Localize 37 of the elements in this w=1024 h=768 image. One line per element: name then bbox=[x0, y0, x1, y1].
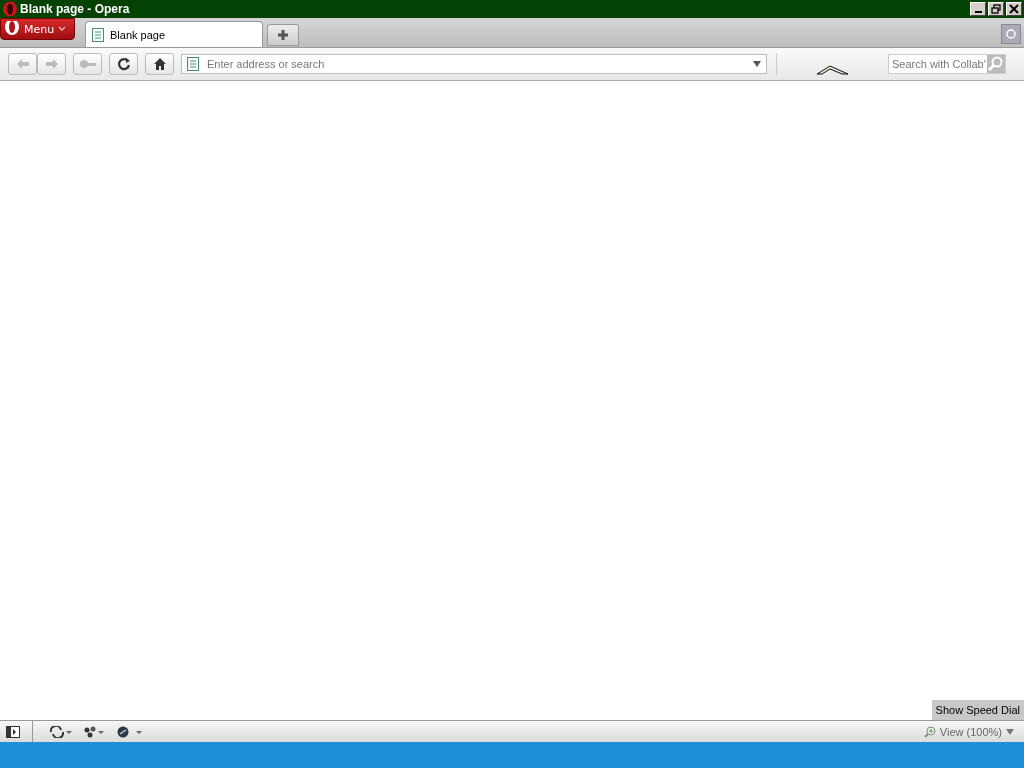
address-field[interactable]: Enter address or search bbox=[207, 58, 745, 70]
home-button[interactable] bbox=[145, 53, 174, 75]
sync-button[interactable] bbox=[47, 725, 75, 738]
new-tab-button[interactable] bbox=[267, 24, 299, 46]
wedge-drawing bbox=[816, 65, 850, 75]
page-icon bbox=[92, 27, 104, 42]
menu-button[interactable]: Menu bbox=[0, 18, 75, 40]
address-bar[interactable]: Enter address or search bbox=[181, 54, 767, 74]
minimize-button[interactable] bbox=[970, 2, 986, 16]
sync-icon bbox=[49, 725, 73, 738]
minimize-icon bbox=[974, 11, 982, 13]
key-icon bbox=[78, 59, 97, 69]
caret-icon bbox=[1006, 728, 1014, 735]
opera-logo-icon bbox=[4, 21, 20, 37]
close-icon bbox=[1009, 4, 1019, 14]
reload-button[interactable] bbox=[109, 53, 138, 75]
zoom-icon bbox=[923, 725, 936, 738]
close-button[interactable] bbox=[1006, 2, 1022, 16]
circle-icon bbox=[1005, 28, 1017, 40]
home-icon bbox=[152, 57, 167, 71]
opera-logo-icon bbox=[2, 1, 18, 17]
chevron-icon bbox=[58, 26, 67, 32]
window-title: Blank page - Opera bbox=[20, 2, 130, 16]
panel-icon bbox=[6, 725, 20, 738]
restore-icon bbox=[991, 4, 1001, 14]
search-box[interactable]: Search with Collab' bbox=[888, 54, 1006, 74]
restore-button[interactable] bbox=[988, 2, 1004, 16]
zoom-button[interactable]: View (100%) bbox=[917, 724, 1020, 739]
browser-tab[interactable]: Blank page bbox=[85, 21, 263, 47]
plus-icon bbox=[277, 29, 289, 41]
speed-dial-button[interactable]: Show Speed Dial bbox=[931, 700, 1024, 720]
page-icon bbox=[187, 57, 199, 71]
back-arrow-icon bbox=[15, 58, 30, 70]
reload-icon bbox=[116, 57, 131, 71]
search-field[interactable]: Search with Collab' bbox=[892, 58, 987, 70]
forward-arrow-icon bbox=[44, 58, 59, 70]
dropdown-arrow-icon[interactable] bbox=[753, 61, 761, 67]
